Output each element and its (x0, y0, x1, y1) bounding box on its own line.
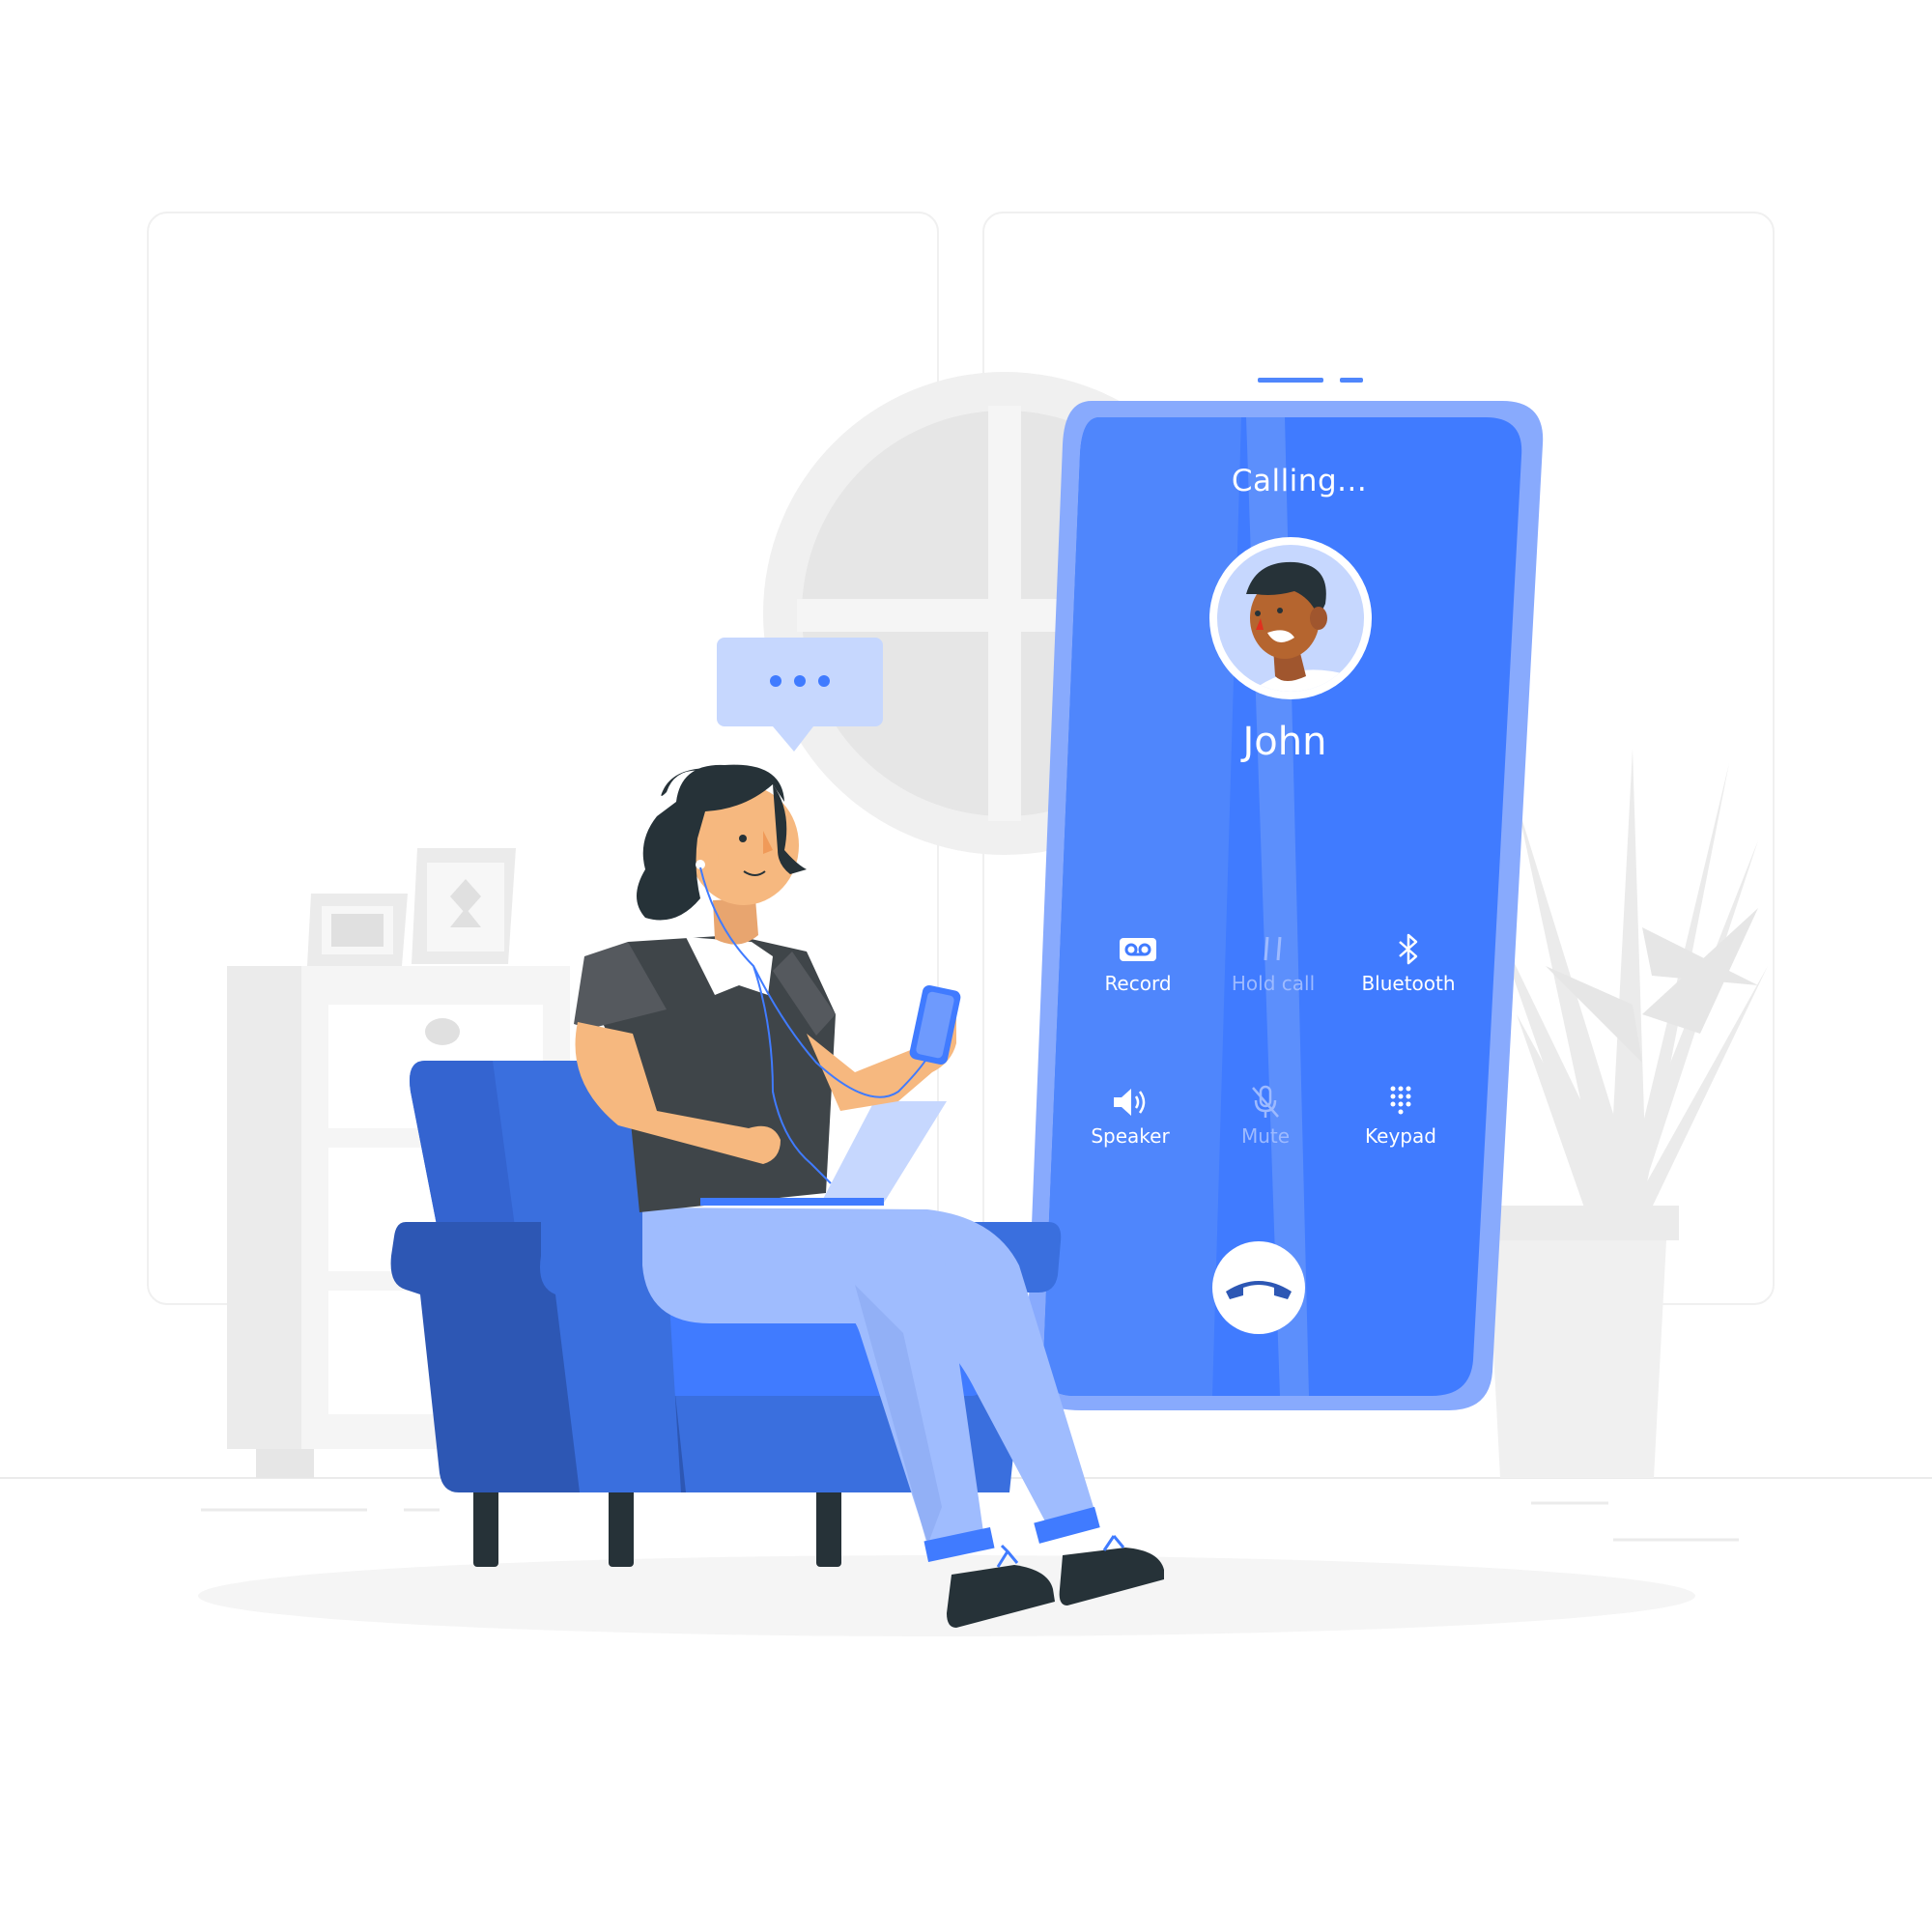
keypad-button[interactable]: Keypad (1328, 1080, 1473, 1148)
illustration-scene (0, 212, 1932, 1636)
speaker-label: Speaker (1091, 1124, 1170, 1148)
record-button[interactable]: Record (1065, 927, 1210, 995)
mic-off-icon (1252, 1085, 1279, 1118)
bluetooth-button[interactable]: Bluetooth (1336, 927, 1481, 995)
pause-icon (1264, 936, 1282, 961)
end-call-button[interactable] (1212, 1241, 1305, 1334)
mute-button[interactable]: Mute (1193, 1080, 1338, 1148)
bluetooth-icon (1399, 933, 1418, 965)
caller-name: John (1242, 720, 1327, 764)
bluetooth-label: Bluetooth (1361, 972, 1456, 995)
end-call-icon (1226, 1281, 1292, 1299)
hold-call-button[interactable]: Hold call (1201, 927, 1346, 995)
voicemail-icon (1120, 938, 1156, 961)
keypad-icon (1390, 1086, 1411, 1115)
speaker-icon (1114, 1089, 1146, 1116)
hold-call-label: Hold call (1231, 972, 1316, 995)
record-label: Record (1104, 972, 1172, 995)
floor-shadow (198, 1555, 1695, 1636)
mute-label: Mute (1240, 1124, 1291, 1148)
keypad-label: Keypad (1365, 1124, 1436, 1148)
speaker-button[interactable]: Speaker (1058, 1080, 1203, 1148)
call-status-text: Calling... (1231, 464, 1368, 498)
